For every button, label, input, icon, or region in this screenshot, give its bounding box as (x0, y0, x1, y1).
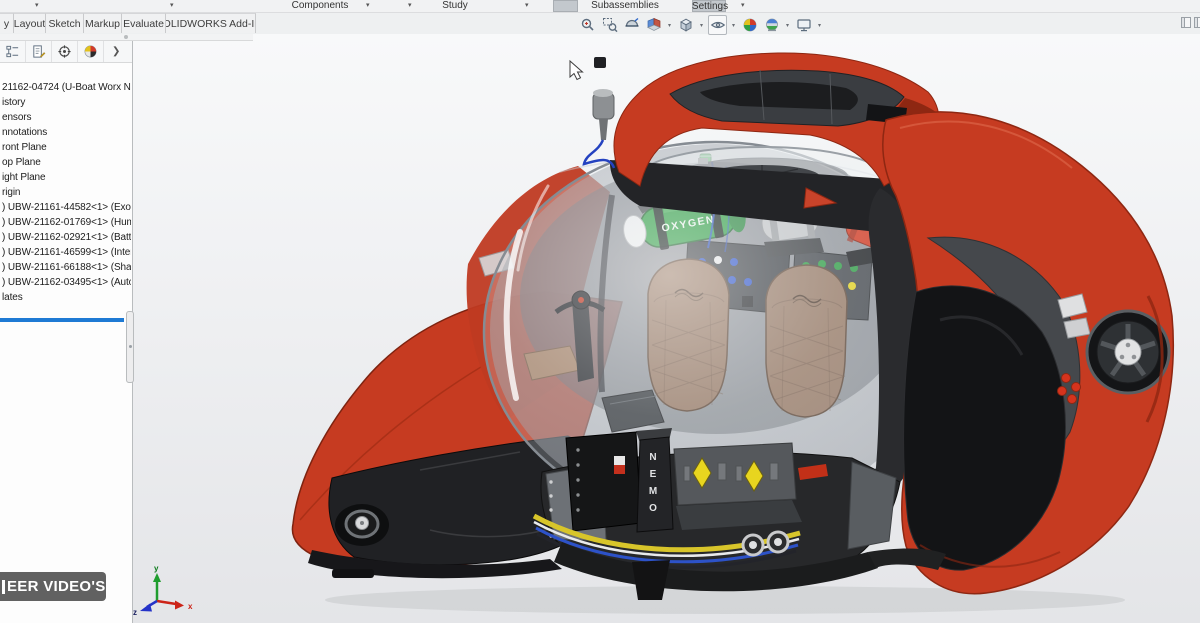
panel-splitter-handle[interactable] (126, 311, 134, 383)
tab-markup[interactable]: Markup (84, 13, 122, 33)
tree-item-annotations[interactable]: nnotations (0, 125, 131, 140)
heads-up-view-toolbar: ▾ ▾ ▾ ▾ ▾ (578, 14, 823, 36)
pane-expand-icon[interactable] (1181, 17, 1191, 28)
pressed-command-button[interactable] (553, 0, 578, 12)
tree-item-autocontrol[interactable]: ) UBW-21162-03495<1> (Auto Con (0, 275, 131, 290)
panel-tab-bar: ❯ (0, 41, 132, 63)
dropdown-caret-icon[interactable]: ▾ (525, 1, 529, 9)
solidworks-app: { "top_bar": { "labels": [ { "text": "Co… (0, 0, 1200, 623)
section-view-icon[interactable] (622, 15, 641, 35)
configurations-icon[interactable] (52, 41, 78, 62)
tree-item-human[interactable]: ) UBW-21162-01769<1> (Human P (0, 215, 131, 230)
tree-root-assembly[interactable]: 21162-04724 (U-Boat Worx NEMO) (0, 80, 131, 95)
displaymanager-icon[interactable] (78, 41, 104, 62)
feature-tree: 21162-04724 (U-Boat Worx NEMO) istory en… (0, 80, 131, 305)
tree-item-interior[interactable]: ) UBW-21161-46599<1> (Interior) (0, 245, 131, 260)
tree-item-history[interactable]: istory (0, 95, 131, 110)
tree-item-battery[interactable]: ) UBW-21162-02921<1> (Battery Sy (0, 230, 131, 245)
settings-command-button[interactable]: Settings (692, 0, 726, 12)
command-settings: Settings (692, 1, 728, 12)
dropdown-caret-icon[interactable]: ▾ (741, 1, 745, 9)
tree-item-right-plane[interactable]: ight Plane (0, 170, 131, 185)
edit-appearance-icon[interactable] (740, 15, 759, 35)
tree-item-mates[interactable]: lates (0, 290, 131, 305)
zoom-to-fit-icon[interactable] (578, 15, 597, 35)
view-settings-icon[interactable] (794, 15, 813, 35)
command-subassemblies[interactable]: Subassemblies (591, 0, 659, 11)
tab-layout[interactable]: Layout (14, 13, 46, 33)
video-watermark[interactable]: EER VIDEO'S (0, 572, 106, 601)
propertymanager-icon[interactable] (26, 41, 52, 62)
featuremanager-tree-icon[interactable] (0, 41, 26, 62)
zoom-to-area-icon[interactable] (600, 15, 619, 35)
view-orientation-icon[interactable] (676, 15, 695, 35)
dropdown-caret-icon[interactable]: ▾ (816, 22, 823, 29)
dropdown-caret-icon[interactable]: ▾ (784, 22, 791, 29)
tree-item-shape[interactable]: ) UBW-21161-66188<1> (Shape Ele (0, 260, 131, 275)
command-manager-row: ▾ ▾ Components ▾ ▾ Study ▾ Subassemblies… (0, 0, 1200, 13)
tree-item-top-plane[interactable]: op Plane (0, 155, 131, 170)
tab-solidworks-add-ins[interactable]: SOLIDWORKS Add-Ins (166, 13, 256, 33)
tree-item-front-plane[interactable]: ront Plane (0, 140, 131, 155)
commandmanager-collapse-strip[interactable] (0, 33, 253, 41)
dropdown-caret-icon[interactable]: ▾ (666, 22, 673, 29)
dropdown-caret-icon[interactable]: ▾ (698, 22, 705, 29)
panel-expand-icon[interactable]: ❯ (112, 46, 120, 57)
panel-split-bar[interactable] (0, 318, 124, 322)
command-components[interactable]: Components (292, 0, 349, 11)
apply-scene-icon[interactable] (762, 15, 781, 35)
graphics-viewport[interactable] (127, 34, 1200, 623)
dropdown-caret-icon[interactable]: ▾ (366, 1, 370, 9)
pane-expand-icon[interactable] (1194, 17, 1200, 28)
view-selector-icon[interactable] (644, 15, 663, 35)
dropdown-caret-icon[interactable]: ▾ (35, 1, 39, 9)
tree-item-origin[interactable]: rigin (0, 185, 131, 200)
tree-item-sensors[interactable]: ensors (0, 110, 131, 125)
tree-item-exostructure[interactable]: ) UBW-21161-44582<1> (Exostruct (0, 200, 131, 215)
hide-show-items-icon[interactable] (708, 15, 727, 35)
featuremanager-panel: ❯ 21162-04724 (U-Boat Worx NEMO) istory … (0, 41, 133, 623)
watermark-label: EER VIDEO'S (7, 578, 106, 595)
tab-assembly-partial[interactable]: y (0, 13, 14, 33)
dropdown-caret-icon[interactable]: ▾ (170, 1, 174, 9)
command-study[interactable]: Study (442, 0, 468, 11)
tab-sketch[interactable]: Sketch (46, 13, 84, 33)
dropdown-caret-icon[interactable]: ▾ (408, 1, 412, 9)
tab-evaluate[interactable]: Evaluate (122, 13, 166, 33)
dropdown-caret-icon[interactable]: ▾ (730, 22, 737, 29)
